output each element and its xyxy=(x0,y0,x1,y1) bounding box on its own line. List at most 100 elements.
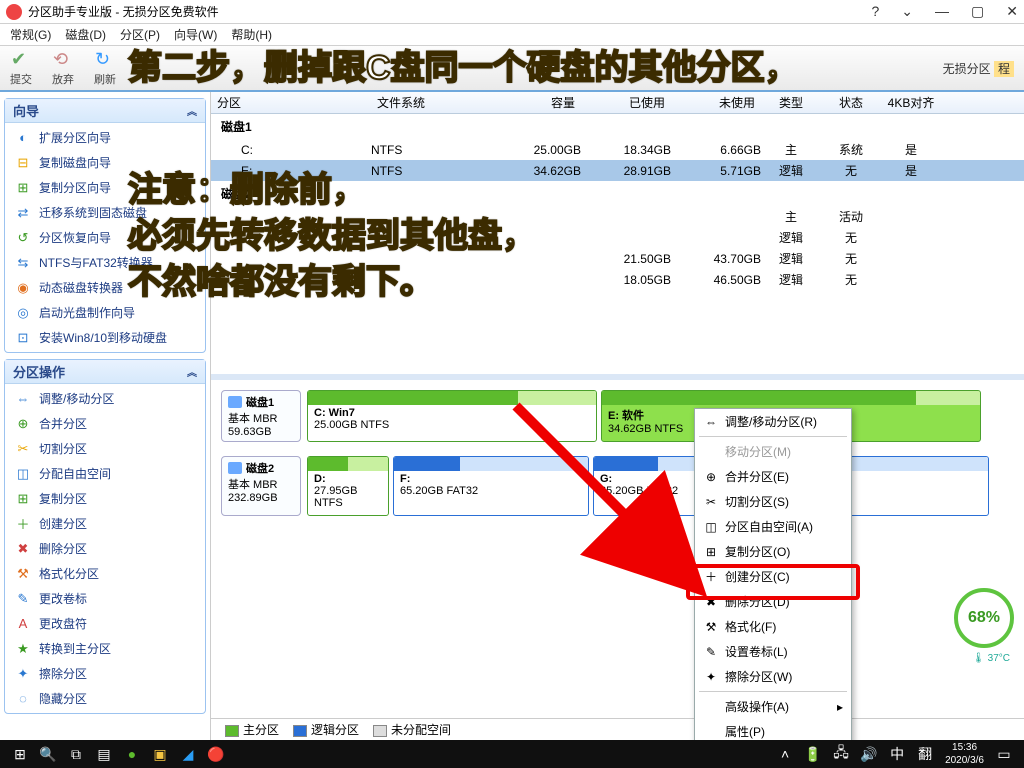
nav-icon: ◐ xyxy=(15,130,31,146)
maximize-btn[interactable]: ▢ xyxy=(971,3,984,20)
app2-button[interactable]: ▣ xyxy=(146,746,174,763)
refresh-button[interactable]: 刷新 xyxy=(94,49,116,87)
ctx-label: 移动分区(M) xyxy=(725,443,791,460)
menu-general[interactable]: 常规(G) xyxy=(10,26,51,43)
table-header: 分区 文件系统 容量 已使用 未使用 类型 状态 4KB对齐 xyxy=(211,92,1024,114)
ops-item-3[interactable]: ◫分配自由空间 xyxy=(5,461,205,486)
ctx-item-5[interactable]: ⊞复制分区(O) xyxy=(695,539,851,564)
ctx-item-7[interactable]: ✖删除分区(D) xyxy=(695,589,851,614)
nav-label: 擦除分区 xyxy=(39,665,87,682)
nav-icon: ⇔ xyxy=(15,391,31,407)
tray-battery-icon[interactable]: 🔋 xyxy=(799,746,827,763)
dropdown-btn[interactable]: ⌄ xyxy=(901,3,913,20)
ctx-item-2[interactable]: ⊕合并分区(E) xyxy=(695,464,851,489)
notifications-button[interactable]: ▭ xyxy=(990,746,1018,763)
disk-info[interactable]: 磁盘2基本 MBR232.89GB xyxy=(221,456,301,516)
discard-button[interactable]: 放弃 xyxy=(52,49,74,87)
start-button[interactable]: ⊞ xyxy=(6,746,34,763)
chevron-up-icon[interactable]: ︽ xyxy=(187,103,197,118)
wizard-item-0[interactable]: ◐扩展分区向导 xyxy=(5,125,205,150)
wizard-item-8[interactable]: ⊡安装Win8/10到移动硬盘 xyxy=(5,325,205,350)
ctx-label: 合并分区(E) xyxy=(725,468,789,485)
ops-item-6[interactable]: ✖删除分区 xyxy=(5,536,205,561)
ctx-item-6[interactable]: ＋创建分区(C) xyxy=(695,564,851,589)
nav-icon: A xyxy=(15,616,31,632)
ctx-item-10[interactable]: ✦擦除分区(W) xyxy=(695,664,851,689)
ops-item-2[interactable]: ✂切割分区 xyxy=(5,436,205,461)
ops-item-7[interactable]: ⚒格式化分区 xyxy=(5,561,205,586)
nav-label: 合并分区 xyxy=(39,415,87,432)
app4-button[interactable]: 🔴 xyxy=(202,746,230,763)
nav-icon: ✎ xyxy=(15,591,31,607)
menu-partition[interactable]: 分区(P) xyxy=(120,26,160,43)
menu-wizard[interactable]: 向导(W) xyxy=(174,26,217,43)
partition-box[interactable]: F:65.20GB FAT32 xyxy=(393,456,589,516)
col-partition[interactable]: 分区 xyxy=(211,94,371,111)
nav-label: 动态磁盘转换器 xyxy=(39,279,123,296)
ops-item-8[interactable]: ✎更改卷标 xyxy=(5,586,205,611)
col-type[interactable]: 类型 xyxy=(761,94,821,111)
chevron-up-icon[interactable]: ︽ xyxy=(187,364,197,379)
ctx-label: 复制分区(O) xyxy=(725,543,790,560)
commit-button[interactable]: 提交 xyxy=(10,49,32,87)
col-status[interactable]: 状态 xyxy=(821,94,881,111)
close-btn[interactable]: ✕ xyxy=(1006,3,1018,20)
ctx-label: 设置卷标(L) xyxy=(725,643,788,660)
performance-badge[interactable]: 68% xyxy=(954,588,1014,648)
app3-button[interactable]: ◢ xyxy=(174,746,202,763)
ops-item-4[interactable]: ⊞复制分区 xyxy=(5,486,205,511)
ctx-icon: ⇔ xyxy=(703,415,719,429)
nav-label: 转换到主分区 xyxy=(39,640,111,657)
nav-label: 删除分区 xyxy=(39,540,87,557)
ctx-item-0[interactable]: ⇔调整/移动分区(R) xyxy=(695,409,851,434)
minimize-btn[interactable]: — xyxy=(935,3,949,20)
ctx-item-3[interactable]: ✂切割分区(S) xyxy=(695,489,851,514)
ctx-icon: ✎ xyxy=(703,645,719,659)
ctx-icon: ✦ xyxy=(703,670,719,684)
col-free[interactable]: 未使用 xyxy=(671,94,761,111)
ops-item-12[interactable]: ◌隐藏分区 xyxy=(5,686,205,711)
help-btn[interactable]: ? xyxy=(872,3,880,20)
ctx-label: 格式化(F) xyxy=(725,618,776,635)
col-4k[interactable]: 4KB对齐 xyxy=(881,94,941,111)
ops-item-5[interactable]: ＋创建分区 xyxy=(5,511,205,536)
ime-cn[interactable]: 中 xyxy=(883,744,911,764)
tray-network-icon[interactable]: 🖧 xyxy=(827,742,855,766)
partition-box[interactable]: C: Win725.00GB NTFS xyxy=(307,390,597,442)
nav-icon: ⚒ xyxy=(15,566,31,582)
nav-label: 复制分区向导 xyxy=(39,179,111,196)
partition-box[interactable]: D:27.95GB NTFS xyxy=(307,456,389,516)
nav-label: 复制磁盘向导 xyxy=(39,154,111,171)
ops-item-1[interactable]: ⊕合并分区 xyxy=(5,411,205,436)
col-capacity[interactable]: 容量 xyxy=(491,94,581,111)
ops-item-9[interactable]: A更改盘符 xyxy=(5,611,205,636)
ops-panel: 分区操作︽ ⇔调整/移动分区⊕合并分区✂切割分区◫分配自由空间⊞复制分区＋创建分… xyxy=(4,359,206,714)
col-used[interactable]: 已使用 xyxy=(581,94,671,111)
disk-box: 磁盘2基本 MBR232.89GBD:27.95GB NTFSF:65.20GB… xyxy=(221,456,1014,516)
explorer-button[interactable]: ▤ xyxy=(90,746,118,763)
ctx-item-9[interactable]: ✎ 设置卷标(L) xyxy=(695,639,851,664)
menu-help[interactable]: 帮助(H) xyxy=(231,26,272,43)
tray-volume-icon[interactable]: 🔊 xyxy=(855,746,883,763)
ops-item-10[interactable]: ★转换到主分区 xyxy=(5,636,205,661)
ctx-item-11[interactable]: 高级操作(A)▸ xyxy=(695,694,851,719)
search-button[interactable]: 🔍 xyxy=(34,746,62,763)
nav-label: 切割分区 xyxy=(39,440,87,457)
legend-unalloc: 未分配空间 xyxy=(391,723,451,737)
titlebar: 分区助手专业版 - 无损分区免费软件 ? ⌄ — ▢ ✕ xyxy=(0,0,1024,24)
tray-up-icon[interactable]: ˄ xyxy=(771,746,799,762)
table-row[interactable]: C:NTFS25.00GB18.34GB6.66GB主系统是 xyxy=(211,139,1024,160)
ctx-item-4[interactable]: ◫分区自由空间(A) xyxy=(695,514,851,539)
menu-disk[interactable]: 磁盘(D) xyxy=(65,26,106,43)
clock[interactable]: 15:362020/3/6 xyxy=(945,741,984,767)
ops-item-11[interactable]: ✦擦除分区 xyxy=(5,661,205,686)
col-filesystem[interactable]: 文件系统 xyxy=(371,94,491,111)
ctx-item-8[interactable]: ⚒格式化(F) xyxy=(695,614,851,639)
app1-button[interactable]: ● xyxy=(118,746,146,762)
ime-trans[interactable]: 翻 xyxy=(911,744,939,764)
disk-info[interactable]: 磁盘1基本 MBR59.63GB xyxy=(221,390,301,442)
nav-label: 创建分区 xyxy=(39,515,87,532)
ctx-item-1[interactable]: 移动分区(M) xyxy=(695,439,851,464)
taskview-button[interactable]: ⧉ xyxy=(62,746,90,763)
ops-item-0[interactable]: ⇔调整/移动分区 xyxy=(5,386,205,411)
